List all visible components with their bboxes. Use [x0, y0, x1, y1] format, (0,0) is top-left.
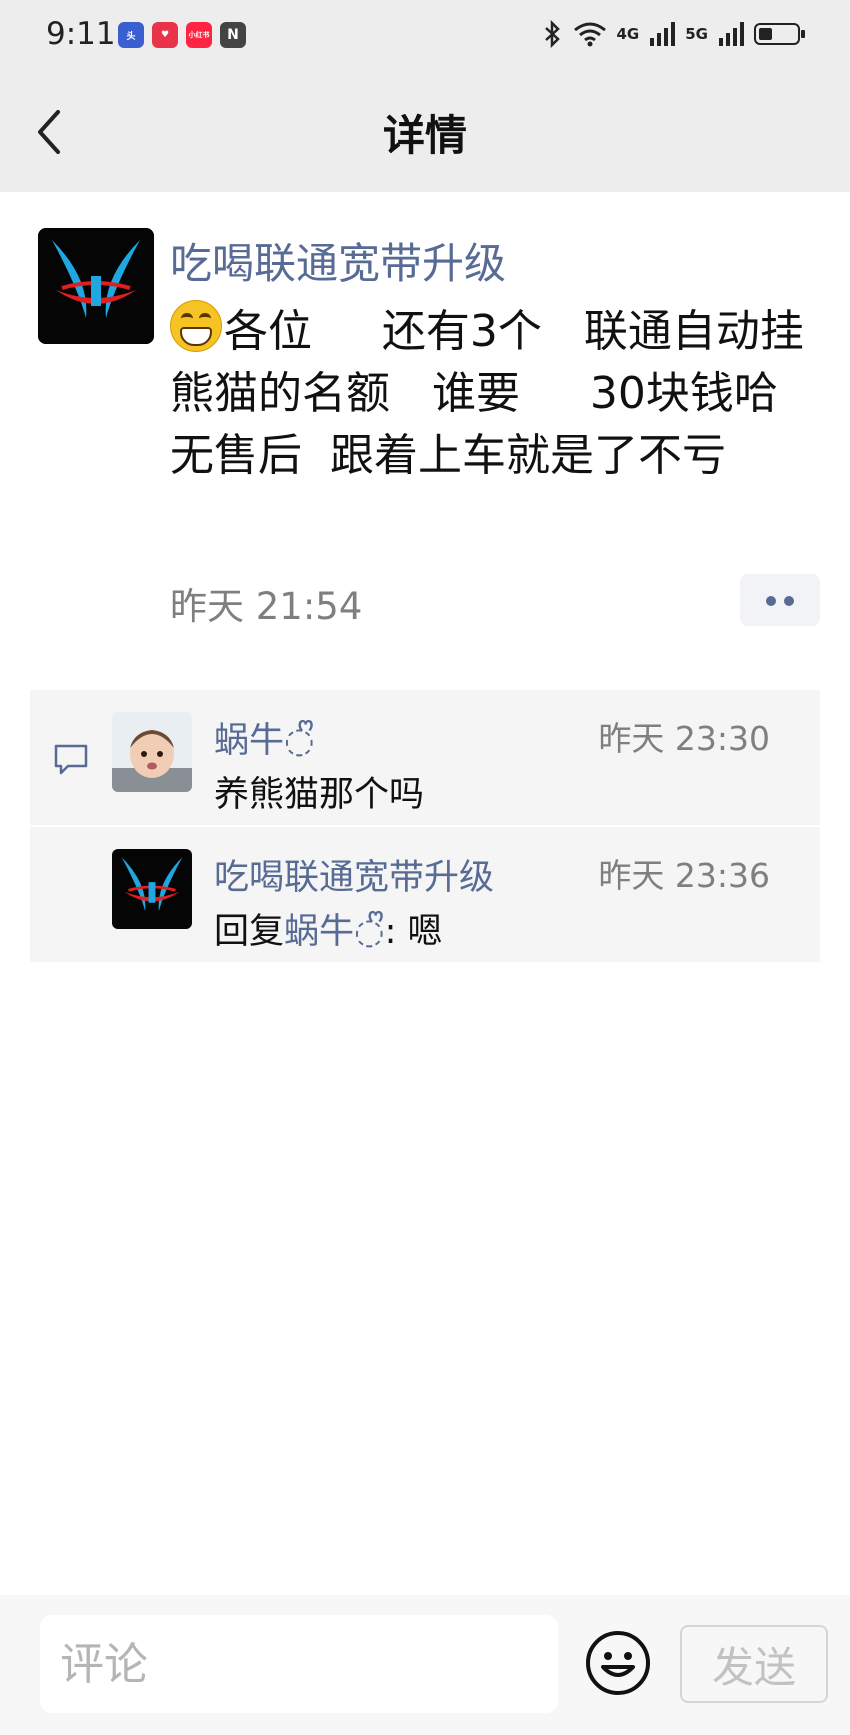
page-title: 详情 — [382, 111, 467, 160]
comment-author[interactable]: 吃喝联通宽带升级 — [214, 849, 494, 900]
send-button[interactable]: 发送 — [680, 1625, 828, 1703]
comment-list: 蜗牛◌ᩚ 昨天 23:30 养熊猫那个吗 吃喝联通宽带升级 昨天 23:36 回… — [30, 690, 820, 962]
reply-body: 嗯 — [407, 912, 443, 952]
more-actions-button[interactable] — [740, 574, 820, 626]
reply-separator: : — [384, 912, 408, 952]
comment-item[interactable]: 吃喝联通宽带升级 昨天 23:36 回复蜗牛◌ᩚ: 嗯 — [30, 825, 820, 962]
comment-author[interactable]: 蜗牛◌ᩚ — [214, 712, 315, 771]
post-text: 各位 还有3个 联通自动挂熊猫的名额 谁要 30块钱哈 无售后 跟着上车就是了不… — [170, 306, 804, 481]
logo-avatar-image — [38, 228, 154, 344]
logo-avatar — [112, 849, 192, 929]
shop-app-icon: 小红书 — [186, 22, 212, 48]
more-dots-icon — [766, 596, 776, 606]
signal-icon-1 — [650, 22, 676, 46]
heart-app-icon: ♥ — [152, 22, 178, 48]
comment-composer: 发送 — [0, 1595, 850, 1735]
post-author-name[interactable]: 吃喝联通宽带升级 — [170, 230, 506, 291]
signal-icon-2 — [719, 22, 744, 46]
reply-prefix: 回复 — [214, 912, 285, 952]
grinning-face-icon — [170, 300, 222, 352]
author-avatar[interactable] — [38, 228, 154, 344]
nfc-icon: N — [220, 22, 246, 48]
commenter-avatar[interactable] — [112, 712, 192, 792]
post-content: 各位 还有3个 联通自动挂熊猫的名额 谁要 30块钱哈 无售后 跟着上车就是了不… — [170, 300, 820, 487]
comment-bubble-icon — [54, 744, 88, 775]
comment-time: 昨天 23:36 — [598, 856, 770, 895]
emoji-button[interactable] — [584, 1629, 652, 1697]
network-5g-label: 5G — [685, 25, 708, 43]
news-app-icon: 头 — [118, 22, 144, 48]
comment-text: 回复蜗牛◌ᩚ: 嗯 — [214, 903, 443, 962]
baby-photo-avatar — [112, 712, 192, 792]
status-indicators: 4G 5G — [543, 20, 805, 48]
status-bar: 9:11 头 ♥ 小红书 N 4G 5G — [0, 0, 850, 72]
comment-item[interactable]: 蜗牛◌ᩚ 昨天 23:30 养熊猫那个吗 — [30, 690, 820, 825]
post-timestamp: 昨天 21:54 — [170, 585, 363, 628]
more-dot — [784, 596, 794, 606]
network-4g-label: 4G — [616, 25, 640, 43]
bluetooth-icon — [544, 20, 560, 48]
battery-icon — [754, 23, 805, 45]
nav-bar: 详情 — [0, 72, 850, 192]
comment-input[interactable] — [40, 1615, 558, 1713]
reply-mention[interactable]: 蜗牛◌ᩚ — [284, 912, 385, 952]
commenter-avatar[interactable] — [112, 849, 192, 929]
wifi-icon — [573, 22, 606, 47]
smiley-icon — [586, 1631, 650, 1695]
notification-icons: 头 ♥ 小红书 N — [118, 22, 246, 48]
comment-time: 昨天 23:30 — [598, 719, 770, 758]
status-time: 9:11 — [46, 16, 116, 52]
comment-text: 养熊猫那个吗 — [214, 775, 425, 815]
